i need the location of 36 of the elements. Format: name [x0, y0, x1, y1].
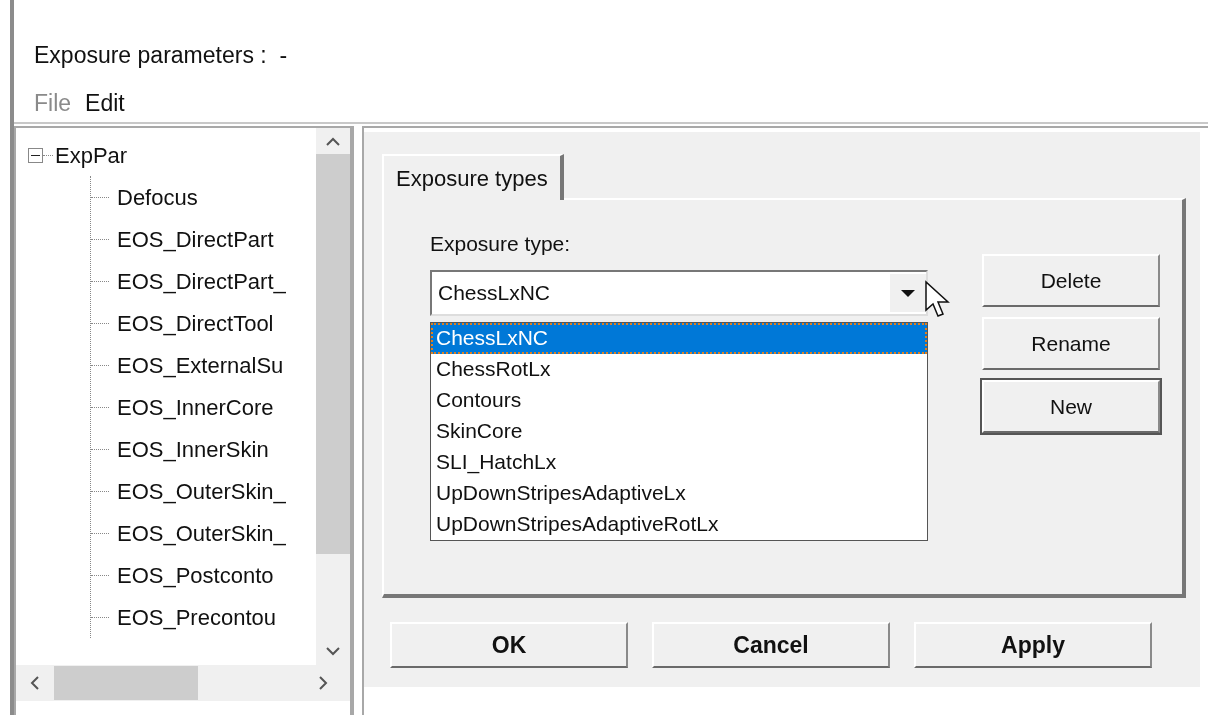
- dropdown-option[interactable]: SLI_HatchLx: [431, 446, 927, 478]
- scroll-right-icon[interactable]: [316, 675, 330, 691]
- action-button[interactable]: Delete: [982, 254, 1160, 307]
- action-button[interactable]: Rename: [982, 317, 1160, 370]
- tree-item[interactable]: EOS_InnerCore: [117, 390, 274, 424]
- field-label: Exposure type:: [430, 231, 572, 257]
- scroll-down-icon[interactable]: [325, 645, 341, 657]
- tree-item[interactable]: EOS_DirectPart_: [117, 264, 286, 298]
- dialog-button[interactable]: Apply: [914, 622, 1152, 668]
- scroll-left-icon[interactable]: [28, 675, 42, 691]
- dropdown-option[interactable]: UpDownStripesAdaptiveRotLx: [431, 508, 927, 540]
- collapse-icon[interactable]: [28, 147, 43, 163]
- window-title: Exposure parameters : -: [34, 40, 288, 70]
- tab[interactable]: Exposure types: [382, 154, 564, 200]
- menu-item[interactable]: Edit: [85, 85, 125, 121]
- dropdown-option[interactable]: UpDownStripesAdaptiveLx: [431, 477, 927, 509]
- vertical-scrollbar[interactable]: [316, 128, 350, 665]
- horizontal-scrollbar[interactable]: [16, 665, 350, 701]
- tree-item[interactable]: EOS_Precontou: [117, 600, 276, 634]
- dropdown-option[interactable]: SkinCore: [431, 415, 927, 447]
- tree-item[interactable]: EOS_DirectTool: [117, 306, 274, 340]
- dropdown-option[interactable]: ChessRotLx: [431, 353, 927, 385]
- dropdown-option[interactable]: ChessLxNC: [431, 322, 927, 354]
- tree-item[interactable]: EOS_DirectPart: [117, 222, 274, 256]
- tree-item[interactable]: EOS_InnerSkin: [117, 432, 269, 466]
- scroll-up-icon[interactable]: [325, 136, 341, 148]
- dialog-button[interactable]: Cancel: [652, 622, 890, 668]
- tree-item[interactable]: ExpPar: [55, 138, 128, 172]
- tree-item[interactable]: EOS_ExternalSu: [117, 348, 284, 382]
- tree-item[interactable]: Defocus: [117, 180, 198, 214]
- tree-item[interactable]: EOS_OuterSkin_: [117, 474, 286, 508]
- action-button[interactable]: New: [982, 380, 1160, 433]
- dialog-button[interactable]: OK: [390, 622, 628, 668]
- tree-item[interactable]: EOS_OuterSkin_: [117, 516, 286, 550]
- tree-item[interactable]: EOS_Postconto: [117, 558, 274, 592]
- dropdown-option[interactable]: Contours: [431, 384, 927, 416]
